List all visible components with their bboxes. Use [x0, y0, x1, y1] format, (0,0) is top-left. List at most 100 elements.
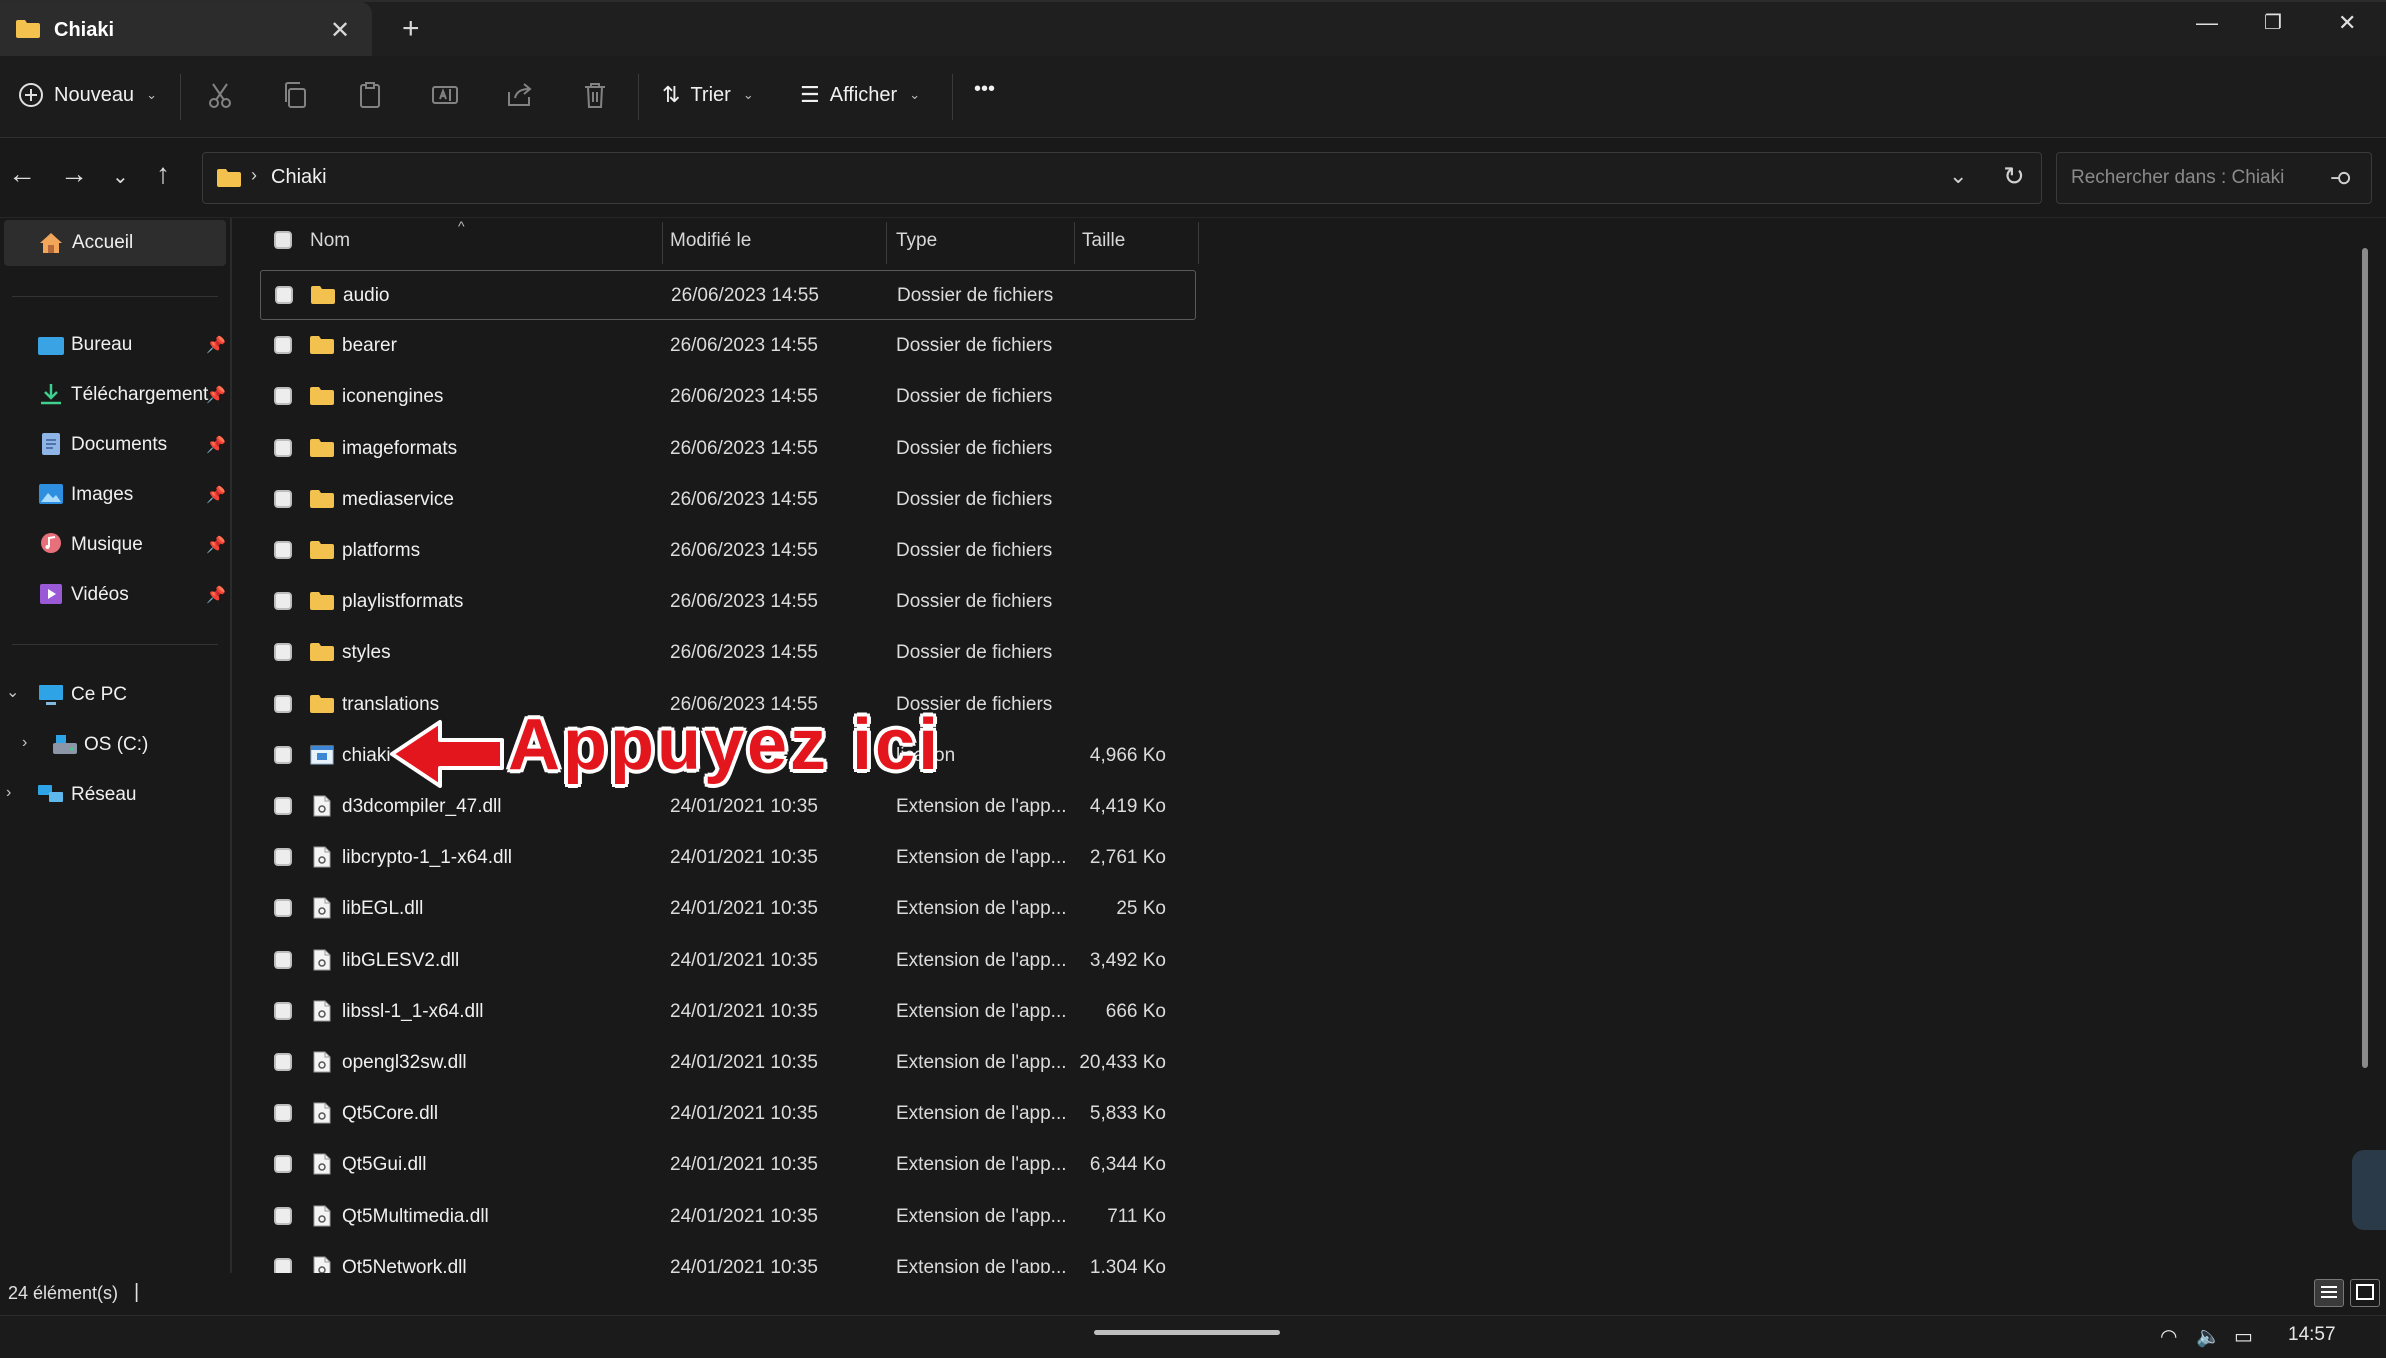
- pin-icon[interactable]: 📌: [206, 485, 226, 505]
- file-row[interactable]: Qt5Core.dll 24/01/2021 10:35 Extension de …: [260, 1089, 1196, 1139]
- more-options-icon[interactable]: •••: [974, 78, 995, 101]
- chevron-right-icon[interactable]: ›: [6, 784, 11, 802]
- select-all-checkbox[interactable]: [274, 231, 292, 249]
- nav-item-documents[interactable]: Documents 📌: [0, 422, 230, 468]
- pin-icon[interactable]: 📌: [206, 585, 226, 605]
- volume-icon[interactable]: 🔈: [2196, 1324, 2221, 1349]
- address-dropdown-icon[interactable]: ⌄: [1949, 163, 1967, 189]
- row-checkbox[interactable]: [274, 541, 292, 559]
- details-view-button[interactable]: [2314, 1279, 2344, 1307]
- delete-icon[interactable]: [580, 80, 610, 110]
- battery-icon[interactable]: ▭: [2234, 1324, 2253, 1349]
- row-checkbox[interactable]: [274, 848, 292, 867]
- sort-button[interactable]: ⇅ Trier ⌄: [662, 82, 754, 108]
- nav-item-desktop[interactable]: Bureau 📌: [0, 322, 230, 368]
- search-icon[interactable]: ⚲: [2328, 170, 2354, 186]
- chevron-down-icon[interactable]: ⌄: [6, 682, 19, 702]
- file-row[interactable]: Qt5Multimedia.dll 24/01/2021 10:35 Extensi…: [260, 1192, 1196, 1242]
- rename-icon[interactable]: [430, 80, 460, 110]
- file-row[interactable]: libEGL.dll 24/01/2021 10:35 Extension de l…: [260, 884, 1196, 934]
- column-type[interactable]: Type: [896, 230, 937, 252]
- row-checkbox[interactable]: [274, 592, 292, 611]
- row-checkbox[interactable]: [274, 745, 292, 764]
- wifi-icon[interactable]: ◠: [2160, 1324, 2177, 1349]
- column-divider[interactable]: [1074, 222, 1075, 264]
- row-checkbox[interactable]: [274, 1053, 292, 1071]
- file-row[interactable]: imageformats 26/06/2023 14:55 Dossier de f…: [260, 424, 1196, 474]
- file-modified: 24/01/2021 10:35: [670, 1103, 818, 1125]
- share-icon[interactable]: [505, 80, 535, 110]
- search-box[interactable]: ⚲: [2056, 152, 2372, 204]
- column-divider[interactable]: [1198, 222, 1199, 264]
- forward-arrow-icon[interactable]: →: [60, 158, 88, 190]
- home-indicator[interactable]: [1094, 1330, 1280, 1335]
- row-checkbox[interactable]: [274, 694, 292, 713]
- file-row[interactable]: opengl32sw.dll 24/01/2021 10:35 Extension …: [260, 1038, 1196, 1088]
- chevron-right-icon[interactable]: ›: [22, 734, 27, 752]
- row-checkbox[interactable]: [274, 489, 292, 508]
- maximize-button[interactable]: ❐: [2264, 10, 2282, 35]
- vertical-scrollbar[interactable]: [2362, 248, 2368, 1068]
- file-row[interactable]: iconengines 26/06/2023 14:55 Dossier de fi…: [260, 372, 1196, 422]
- tiles-view-button[interactable]: [2350, 1279, 2380, 1307]
- file-row[interactable]: platforms 26/06/2023 14:55 Dossier de fich…: [260, 526, 1196, 576]
- file-row[interactable]: libGLESV2.dll 24/01/2021 10:35 Extension d…: [260, 936, 1196, 986]
- close-tab-icon[interactable]: ✕: [330, 16, 350, 45]
- side-app-widget[interactable]: [2352, 1150, 2386, 1230]
- row-checkbox[interactable]: [274, 1104, 292, 1123]
- row-checkbox[interactable]: [274, 387, 292, 406]
- pin-icon[interactable]: 📌: [206, 435, 226, 455]
- pin-icon[interactable]: 📌: [206, 385, 226, 405]
- row-checkbox[interactable]: [274, 1206, 292, 1225]
- row-checkbox[interactable]: [274, 1001, 292, 1020]
- column-divider[interactable]: [662, 222, 663, 264]
- file-row[interactable]: audio 26/06/2023 14:55 Dossier de fichiers: [260, 270, 1196, 320]
- address-bar[interactable]: › Chiaki ⌄ ↻: [202, 152, 2042, 204]
- tab-chiaki[interactable]: Chiaki ✕: [0, 2, 372, 58]
- refresh-icon[interactable]: ↻: [2003, 161, 2025, 192]
- file-row[interactable]: playlistformats 26/06/2023 14:55 Dossier d…: [260, 577, 1196, 627]
- file-row[interactable]: libssl-1_1-x64.dll 24/01/2021 10:35 Extens…: [260, 987, 1196, 1037]
- nav-item-network[interactable]: › Réseau: [0, 772, 230, 818]
- file-row[interactable]: styles 26/06/2023 14:55 Dossier de fichier…: [260, 628, 1196, 678]
- column-divider[interactable]: [886, 222, 887, 264]
- row-checkbox[interactable]: [274, 1155, 292, 1174]
- back-arrow-icon[interactable]: ←: [8, 158, 36, 190]
- new-tab-button[interactable]: +: [402, 12, 420, 46]
- row-checkbox[interactable]: [274, 438, 292, 457]
- row-checkbox[interactable]: [274, 899, 292, 918]
- nav-item-pictures[interactable]: Images 📌: [0, 472, 230, 518]
- row-checkbox[interactable]: [274, 643, 292, 662]
- view-button[interactable]: ☰ Afficher ⌄: [800, 82, 920, 108]
- row-checkbox[interactable]: [275, 286, 293, 304]
- search-input[interactable]: [2057, 153, 2317, 203]
- file-row[interactable]: libcrypto-1_1-x64.dll 24/01/2021 10:35 Ext…: [260, 833, 1196, 883]
- nav-item-downloads[interactable]: Téléchargement 📌: [0, 372, 230, 418]
- nav-item-music[interactable]: Musique 📌: [0, 522, 230, 568]
- row-checkbox[interactable]: [274, 336, 292, 355]
- column-size[interactable]: Taille: [1082, 230, 1125, 252]
- close-window-button[interactable]: ✕: [2338, 10, 2356, 36]
- pin-icon[interactable]: 📌: [206, 335, 226, 355]
- copy-icon[interactable]: [280, 80, 310, 110]
- paste-icon[interactable]: [355, 80, 385, 110]
- file-row[interactable]: bearer 26/06/2023 14:55 Dossier de fichier…: [260, 321, 1196, 371]
- pin-icon[interactable]: 📌: [206, 535, 226, 555]
- file-row[interactable]: Qt5Gui.dll 24/01/2021 10:35 Extension de l…: [260, 1140, 1196, 1190]
- nav-item-home[interactable]: Accueil: [4, 220, 226, 266]
- column-name[interactable]: Nom: [310, 230, 350, 252]
- file-row[interactable]: mediaservice 26/06/2023 14:55 Dossier de f…: [260, 475, 1196, 525]
- new-button[interactable]: Nouveau ⌄: [18, 82, 157, 108]
- nav-item-videos[interactable]: Vidéos 📌: [0, 572, 230, 618]
- cut-icon[interactable]: [205, 80, 235, 110]
- up-arrow-icon[interactable]: ↑: [156, 158, 170, 190]
- nav-item-this-pc[interactable]: ⌄ Ce PC: [0, 672, 230, 718]
- recent-dropdown-icon[interactable]: ⌄: [112, 164, 129, 189]
- column-modified[interactable]: Modifié le: [670, 230, 751, 252]
- breadcrumb-chiaki[interactable]: Chiaki: [271, 166, 327, 189]
- row-checkbox[interactable]: [274, 950, 292, 969]
- nav-item-os-drive[interactable]: › OS (C:): [0, 722, 230, 768]
- minimize-button[interactable]: —: [2196, 10, 2218, 36]
- clock[interactable]: 14:57: [2288, 1324, 2336, 1346]
- row-checkbox[interactable]: [274, 797, 292, 815]
